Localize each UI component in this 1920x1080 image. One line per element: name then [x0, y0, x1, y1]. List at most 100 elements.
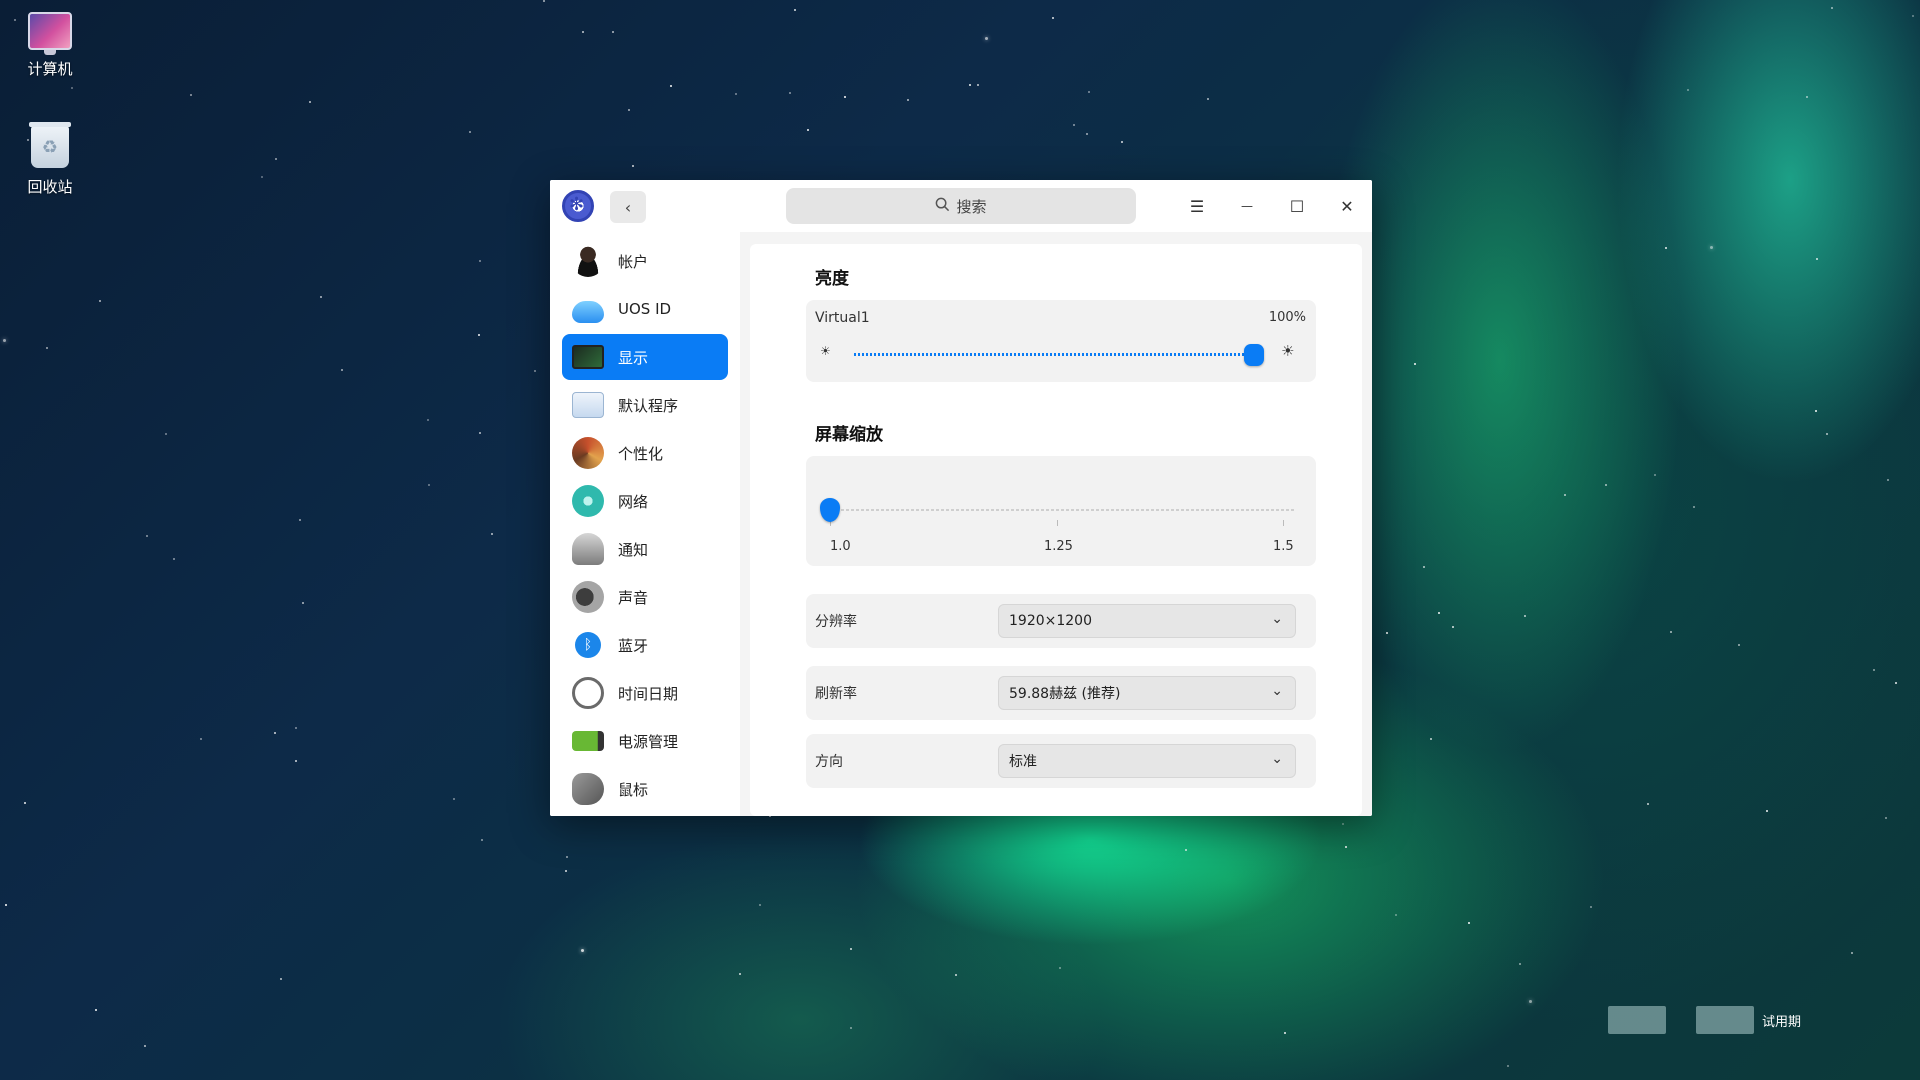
star	[280, 978, 282, 980]
star	[670, 85, 672, 87]
orientation-label: 方向	[815, 754, 843, 770]
chevron-left-icon: ‹	[624, 197, 632, 217]
star	[1423, 566, 1425, 568]
scaling-tick-label: 1.25	[1044, 539, 1073, 554]
star	[341, 369, 343, 371]
star	[1386, 632, 1388, 634]
star	[977, 84, 979, 86]
sidebar-item-notification[interactable]: 通知	[562, 526, 728, 572]
star	[1452, 626, 1454, 628]
personalization-icon	[572, 437, 604, 469]
star	[1395, 914, 1397, 916]
sidebar-item-personalization[interactable]: 个性化	[562, 430, 728, 476]
back-button[interactable]: ‹	[610, 191, 646, 223]
sidebar-item-default-apps[interactable]: 默认程序	[562, 382, 728, 428]
sidebar-item-sound[interactable]: 声音	[562, 574, 728, 620]
sidebar-item-label: 声音	[618, 588, 649, 607]
desktop-trash[interactable]: ♻ 回收站	[10, 122, 90, 197]
chevron-down-icon: ⌄	[1271, 611, 1283, 627]
scaling-title: 屏幕缩放	[815, 425, 883, 445]
star	[1654, 474, 1656, 476]
desktop-trash-label: 回收站	[27, 178, 73, 196]
brightness-slider-track[interactable]	[854, 353, 1254, 356]
mouse-icon	[572, 773, 604, 805]
scaling-slider-track[interactable]	[826, 509, 1296, 511]
sidebar-item-datetime[interactable]: 时间日期	[562, 670, 728, 716]
titlebar: ‹ 搜索 ☰ — ☐ ✕	[550, 180, 1372, 232]
star	[759, 904, 761, 906]
maximize-button[interactable]: ☐	[1282, 192, 1312, 220]
bluetooth-icon: ᛒ	[575, 632, 601, 658]
brightness-slider-handle[interactable]	[1244, 344, 1264, 366]
star	[3, 339, 6, 342]
star	[844, 96, 846, 98]
star	[1885, 817, 1887, 819]
star	[612, 31, 614, 33]
sidebar-item-uos-id[interactable]: UOS ID	[562, 286, 728, 332]
default-apps-icon	[572, 392, 604, 418]
star	[1507, 1065, 1509, 1067]
star	[566, 856, 568, 858]
cloud-icon	[572, 301, 604, 323]
close-icon: ✕	[1340, 196, 1354, 216]
sidebar-item-label: 网络	[618, 492, 649, 511]
star	[1806, 96, 1808, 98]
star	[794, 9, 796, 11]
brightness-card: Virtual1 100% ☀ ☀	[806, 300, 1316, 382]
close-button[interactable]: ✕	[1332, 192, 1362, 220]
star	[478, 334, 480, 336]
menu-button[interactable]: ☰	[1182, 192, 1212, 220]
chevron-down-icon: ⌄	[1271, 751, 1283, 767]
scaling-tick-label: 1.5	[1273, 539, 1294, 554]
star	[165, 433, 167, 435]
refresh-rate-dropdown[interactable]: 59.88赫兹 (推荐) ⌄	[998, 676, 1296, 710]
search-input[interactable]: 搜索	[786, 188, 1136, 224]
scaling-tick-3	[1283, 520, 1284, 526]
refresh-rate-value: 59.88赫兹 (推荐)	[1009, 686, 1121, 702]
star	[632, 165, 634, 167]
display-icon	[572, 345, 604, 369]
sidebar-item-display[interactable]: 显示	[562, 334, 728, 380]
sidebar-item-label: 个性化	[618, 444, 664, 463]
sidebar-item-mouse[interactable]: 鼠标	[562, 766, 728, 812]
star	[146, 535, 148, 537]
star	[969, 84, 971, 86]
star	[1468, 922, 1470, 924]
star	[5, 904, 7, 906]
watermark-logo	[1696, 1006, 1754, 1034]
star	[1851, 952, 1853, 954]
star	[1738, 644, 1740, 646]
sidebar-item-label: 时间日期	[618, 684, 679, 703]
star	[1816, 258, 1818, 260]
scaling-tick-2	[1057, 520, 1058, 526]
sidebar-item-account[interactable]: 帐户	[562, 238, 728, 284]
star	[1873, 669, 1875, 671]
resolution-dropdown[interactable]: 1920×1200 ⌄	[998, 604, 1296, 638]
star	[955, 974, 957, 976]
star	[1438, 612, 1440, 614]
content-area: 亮度 Virtual1 100% ☀ ☀ 屏幕缩放 1.0 1.25 1.5 分…	[740, 232, 1372, 816]
refresh-rate-label: 刷新率	[815, 686, 857, 702]
star	[1284, 1032, 1286, 1034]
menu-icon: ☰	[1189, 196, 1205, 216]
sidebar-item-label: 默认程序	[618, 396, 679, 415]
desktop-computer[interactable]: 计算机	[10, 12, 90, 79]
watermark-logo	[1608, 1006, 1666, 1034]
scaling-slider-handle[interactable]	[820, 498, 840, 522]
control-center-logo-icon	[562, 190, 594, 222]
sidebar-item-network[interactable]: 网络	[562, 478, 728, 524]
star	[1524, 615, 1526, 617]
star	[1647, 803, 1649, 805]
star	[1665, 247, 1667, 249]
star	[24, 802, 26, 804]
star	[1414, 363, 1416, 365]
minimize-button[interactable]: —	[1232, 192, 1262, 220]
sidebar-item-bluetooth[interactable]: ᛒ 蓝牙	[562, 622, 728, 668]
star	[1564, 494, 1566, 496]
star	[427, 419, 429, 421]
orientation-dropdown[interactable]: 标准 ⌄	[998, 744, 1296, 778]
star	[565, 870, 567, 872]
sidebar-item-power[interactable]: 电源管理	[562, 718, 728, 764]
star	[1088, 91, 1090, 93]
sidebar-item-label: 电源管理	[618, 732, 679, 751]
